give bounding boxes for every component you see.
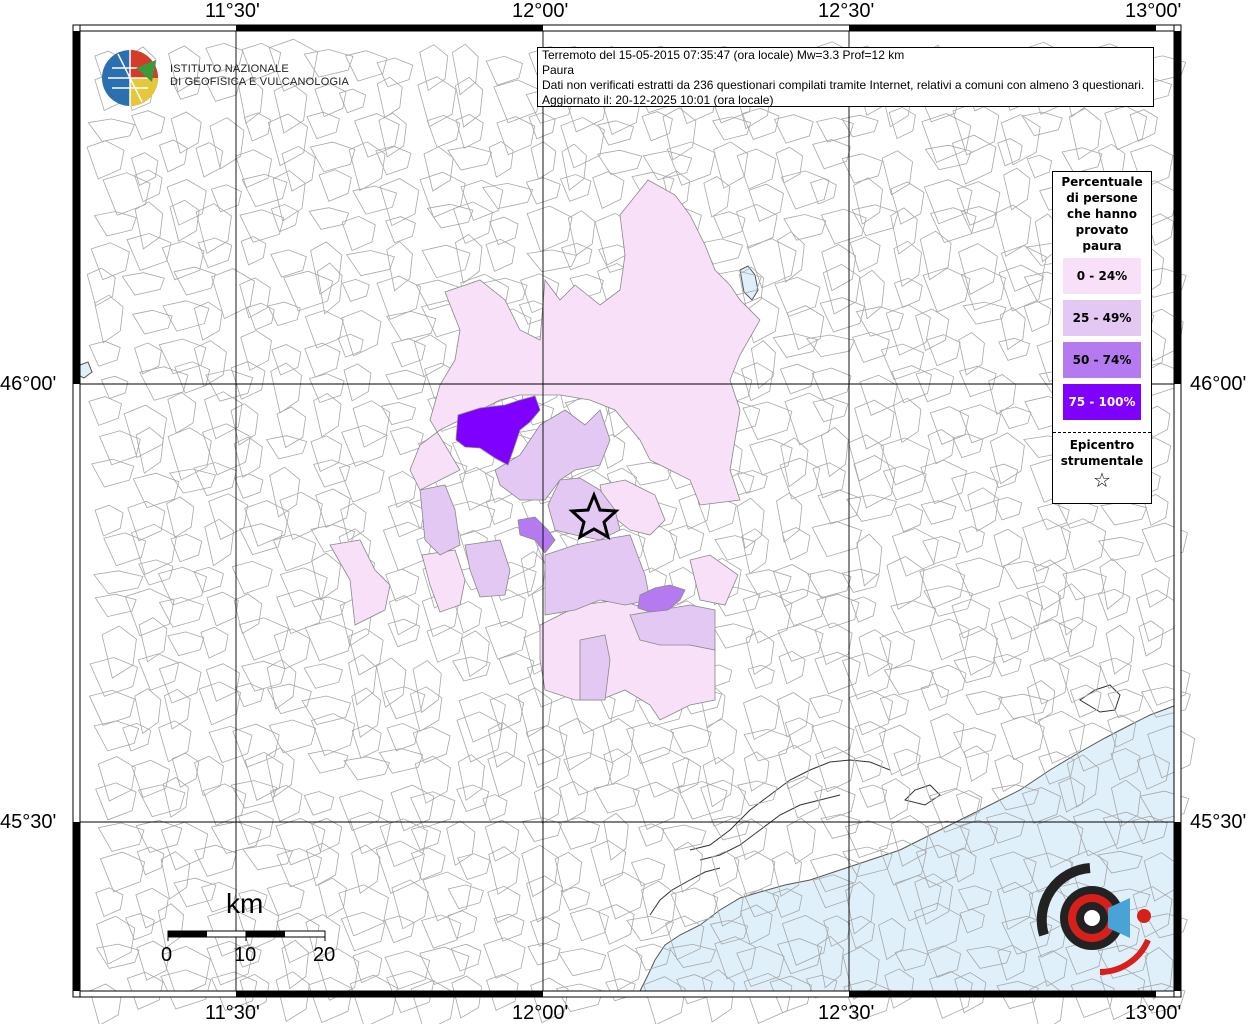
- legend-title-line: che hanno: [1067, 207, 1137, 221]
- lon-label-bottom: 12°30': [818, 1002, 875, 1024]
- legend-title-line: Percentuale: [1061, 175, 1143, 189]
- municipality-25-49: [579, 634, 611, 701]
- legend-title-line: di persone: [1066, 191, 1138, 205]
- legend-swatch-50-74: 50 - 74%: [1063, 342, 1141, 378]
- institute-line-1: ISTITUTO NAZIONALE: [170, 63, 289, 75]
- lon-label-top: 11°30': [205, 0, 260, 22]
- legend-swatch-0-24: 0 - 24%: [1063, 258, 1141, 294]
- update-timestamp: Aggiornato il: 20-12-2025 10:01 (ora loc…: [542, 93, 774, 107]
- legend-panel: Percentuale di persone che hanno provato…: [1052, 171, 1152, 504]
- lon-label-bottom: 11°30': [205, 1002, 260, 1024]
- scale-label: 20: [313, 944, 336, 966]
- lon-label-top: 12°30': [818, 0, 875, 22]
- epicenter-star-icon: ☆: [1093, 468, 1111, 492]
- lat-label-right: 45°30': [1190, 811, 1247, 833]
- scale-unit: km: [226, 888, 264, 919]
- legend-title-line: paura: [1082, 239, 1122, 253]
- legend-epicenter-line: strumentale: [1060, 454, 1144, 468]
- institute-name: ISTITUTO NAZIONALE DI GEOFISICA E VULCAN…: [170, 63, 349, 89]
- event-info-box: Terremoto del 15-05-2015 07:35:47 (ora l…: [537, 47, 1154, 107]
- data-disclaimer: Dati non verificati estratti da 236 ques…: [542, 78, 1145, 92]
- scale-label: 0: [161, 944, 173, 966]
- legend-title: Percentuale di persone che hanno provato…: [1053, 172, 1151, 254]
- lat-label-left: 45°30': [0, 811, 57, 833]
- lon-label-bottom: 13°00': [1125, 1002, 1182, 1024]
- legend-swatch-25-49: 25 - 49%: [1063, 300, 1141, 336]
- legend-epicenter-line: Epicentro: [1069, 438, 1135, 452]
- lon-label-top: 13°00': [1125, 0, 1182, 22]
- haisentito-logo-icon: [1036, 863, 1151, 975]
- map-parameter: Paura: [542, 63, 575, 77]
- event-summary: Terremoto del 15-05-2015 07:35:47 (ora l…: [542, 48, 905, 62]
- lat-label-right: 46°00': [1190, 373, 1247, 395]
- lon-label-top: 12°00': [512, 0, 569, 22]
- lat-label-left: 46°00': [0, 373, 57, 395]
- legend-title-line: provato: [1075, 223, 1129, 237]
- lon-label-bottom: 12°00': [512, 1002, 569, 1024]
- scale-label: 10: [234, 944, 257, 966]
- legend-swatch-75-100: 75 - 100%: [1063, 384, 1141, 420]
- legend-epicenter: Epicentro strumentale ☆: [1053, 433, 1151, 491]
- institute-line-2: DI GEOFISICA E VULCANOLOGIA: [170, 76, 349, 88]
